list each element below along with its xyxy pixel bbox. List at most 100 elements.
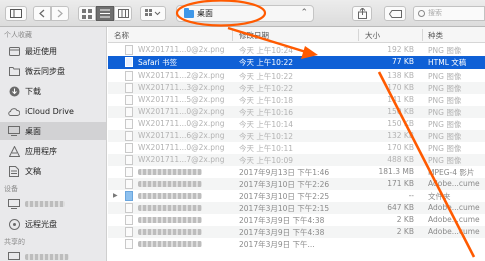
table-row[interactable]: WX201711...0@2x.png 今天 上午10:16 150 KB PNG 图…: [108, 106, 485, 118]
table-row[interactable]: WX201711...6@2x.png 今天 上午10:12 132 KB PNG 图…: [108, 130, 485, 142]
sidebar-item-label: 文稿: [25, 166, 41, 176]
column-divider[interactable]: [358, 29, 359, 41]
file-icon: [125, 131, 133, 141]
column-name-header[interactable]: 名称: [114, 30, 129, 41]
sidebar-toggle-button[interactable]: [5, 6, 27, 21]
file-size: 138 KB: [387, 71, 414, 80]
tag-button[interactable]: [384, 6, 406, 21]
table-row[interactable]: WX201711...5@2x.png 今天 上午10:18 141 KB PNG 图…: [108, 94, 485, 106]
sidebar-item-applications[interactable]: 应用程序: [0, 142, 106, 160]
back-button[interactable]: [33, 6, 51, 21]
file-kind: 文件夹: [428, 192, 451, 201]
file-name: WX201711...0@2x.png: [138, 107, 225, 116]
file-size: 171 KB: [387, 179, 414, 188]
arrange-button[interactable]: [140, 6, 166, 21]
file-kind: PNG 图像: [428, 144, 462, 153]
file-date: 2017年3月10日 下午2:25: [239, 192, 330, 201]
table-row[interactable]: 2017年3月9日 下午4:38 2 KB Adobe...cume: [108, 214, 485, 226]
sidebar-item-label: iCloud Drive: [25, 106, 74, 116]
table-row-selected[interactable]: Safari 书签 今天 上午10:22 77 KB HTML 文稿: [108, 56, 485, 69]
file-icon: [125, 83, 133, 93]
file-size: 141 KB: [387, 95, 414, 104]
share-button[interactable]: [352, 6, 372, 21]
file-name: WX201711...5@2x.png: [138, 95, 225, 104]
table-row[interactable]: WX201711...0@2x.png 今天 上午10:11 170 KB PNG 图…: [108, 142, 485, 154]
file-date: 2017年3月9日 下午4:38: [239, 216, 325, 225]
file-size: 77 KB: [392, 57, 414, 66]
file-list: 名称 修改日期 大小 种类 WX201711...0@2x.png 今天 上午10…: [108, 27, 485, 261]
sidebar-item-label: 远程光盘: [25, 219, 57, 229]
sidebar-item-label: 下载: [25, 86, 41, 96]
file-date: 2017年3月10日 下午2:26: [239, 180, 330, 189]
file-date: 2017年3月9日 下午4:38: [239, 228, 325, 237]
disc-icon: [8, 218, 20, 230]
column-view-button[interactable]: [114, 6, 132, 21]
table-row[interactable]: 2017年9月13日 下午1:46 181.3 MB MPEG-4 影片: [108, 166, 485, 178]
table-row[interactable]: 2017年3月9日 下午4:38 2 KB Adobe...cume: [108, 226, 485, 238]
favorites-header: 个人收藏: [4, 31, 32, 39]
redacted-file-name: [138, 181, 202, 187]
file-name: WX201711...3@2x.png: [138, 83, 225, 92]
sidebar-item-downloads[interactable]: 下载: [0, 82, 106, 100]
redacted-shared-name: [25, 254, 69, 260]
arrange-icon: [145, 9, 161, 16]
file-kind: PNG 图像: [428, 108, 462, 117]
table-row[interactable]: ▶ 2017年3月10日 下午2:25 -- 文件夹: [108, 190, 485, 202]
redacted-file-name: [138, 229, 202, 235]
icon-view-button[interactable]: [78, 6, 96, 21]
sidebar-item-desktop[interactable]: 桌面: [0, 122, 106, 140]
column-kind-header[interactable]: 种类: [428, 30, 443, 41]
cloud-icon: [8, 105, 20, 117]
file-size: 2 KB: [396, 215, 414, 224]
table-row[interactable]: WX201711...3@2x.png 今天 上午10:22 170 KB PNG 图…: [108, 82, 485, 94]
sidebar-item-remote-disc[interactable]: 远程光盘: [0, 215, 106, 233]
table-row[interactable]: WX201711...0@2x.png 今天 上午10:14 150 KB PNG 图…: [108, 118, 485, 130]
sidebar-item-label: 最近使用: [25, 46, 57, 56]
table-row[interactable]: WX201711...7@2x.png 今天 上午10:09 488 KB PNG 图…: [108, 154, 485, 166]
file-size: 2 KB: [396, 227, 414, 236]
file-icon: [125, 227, 133, 237]
list-view-button[interactable]: [96, 6, 114, 21]
sidebar-item-documents[interactable]: 文稿: [0, 162, 106, 180]
table-row[interactable]: WX201711...2@2x.png 今天 上午10:22 138 KB PNG 图…: [108, 70, 485, 82]
column-size-header[interactable]: 大小: [365, 30, 380, 41]
computer-icon: [8, 198, 20, 210]
file-size: 192 KB: [387, 45, 414, 54]
forward-button[interactable]: [51, 6, 69, 21]
redacted-file-name: [138, 169, 202, 175]
file-date: 今天 上午10:12: [239, 132, 293, 141]
sidebar-item-device[interactable]: [0, 195, 106, 213]
table-row[interactable]: 2017年3月10日 下午2:26 171 KB Adobe...cume: [108, 178, 485, 190]
table-row[interactable]: 2017年3月9日 下午...: [108, 238, 485, 250]
list-view-icon: [100, 9, 110, 18]
sidebar-item-recents[interactable]: 最近使用: [0, 42, 106, 60]
sidebar-item-icloud[interactable]: iCloud Drive: [0, 102, 106, 120]
file-icon: [125, 57, 133, 67]
search-placeholder: 搜索: [428, 9, 442, 17]
file-icon: [125, 71, 133, 81]
column-divider[interactable]: [232, 29, 233, 41]
file-kind: PNG 图像: [428, 84, 462, 93]
file-icon: [125, 215, 133, 225]
folder-icon: [125, 191, 133, 201]
file-date: 今天 上午10:24: [239, 46, 293, 55]
column-divider[interactable]: [422, 29, 423, 41]
file-size: 170 KB: [387, 143, 414, 152]
table-row[interactable]: 2017年3月10日 下午2:15 647 KB Adobe...cume: [108, 202, 485, 214]
file-date: 今天 上午10:18: [239, 96, 293, 105]
column-date-header[interactable]: 修改日期: [239, 30, 269, 41]
table-row[interactable]: WX201711...0@2x.png 今天 上午10:24 192 KB PNG 图…: [108, 44, 485, 56]
disclosure-triangle-icon[interactable]: ▶: [113, 192, 118, 199]
search-field[interactable]: 搜索: [413, 6, 485, 21]
sidebar-item-weiyun[interactable]: 微云同步盘: [0, 62, 106, 80]
file-name: WX201711...0@2x.png: [138, 119, 225, 128]
network-computer-icon: [8, 251, 20, 261]
devices-header: 设备: [4, 185, 18, 193]
file-icon: [125, 143, 133, 153]
sidebar-icon: [10, 9, 22, 18]
file-date: 今天 上午10:22: [239, 58, 293, 67]
location-popup[interactable]: 桌面 ⌃: [176, 5, 314, 22]
back-icon: [39, 9, 45, 18]
sidebar-item-shared[interactable]: [0, 248, 106, 261]
file-name: [138, 239, 202, 249]
